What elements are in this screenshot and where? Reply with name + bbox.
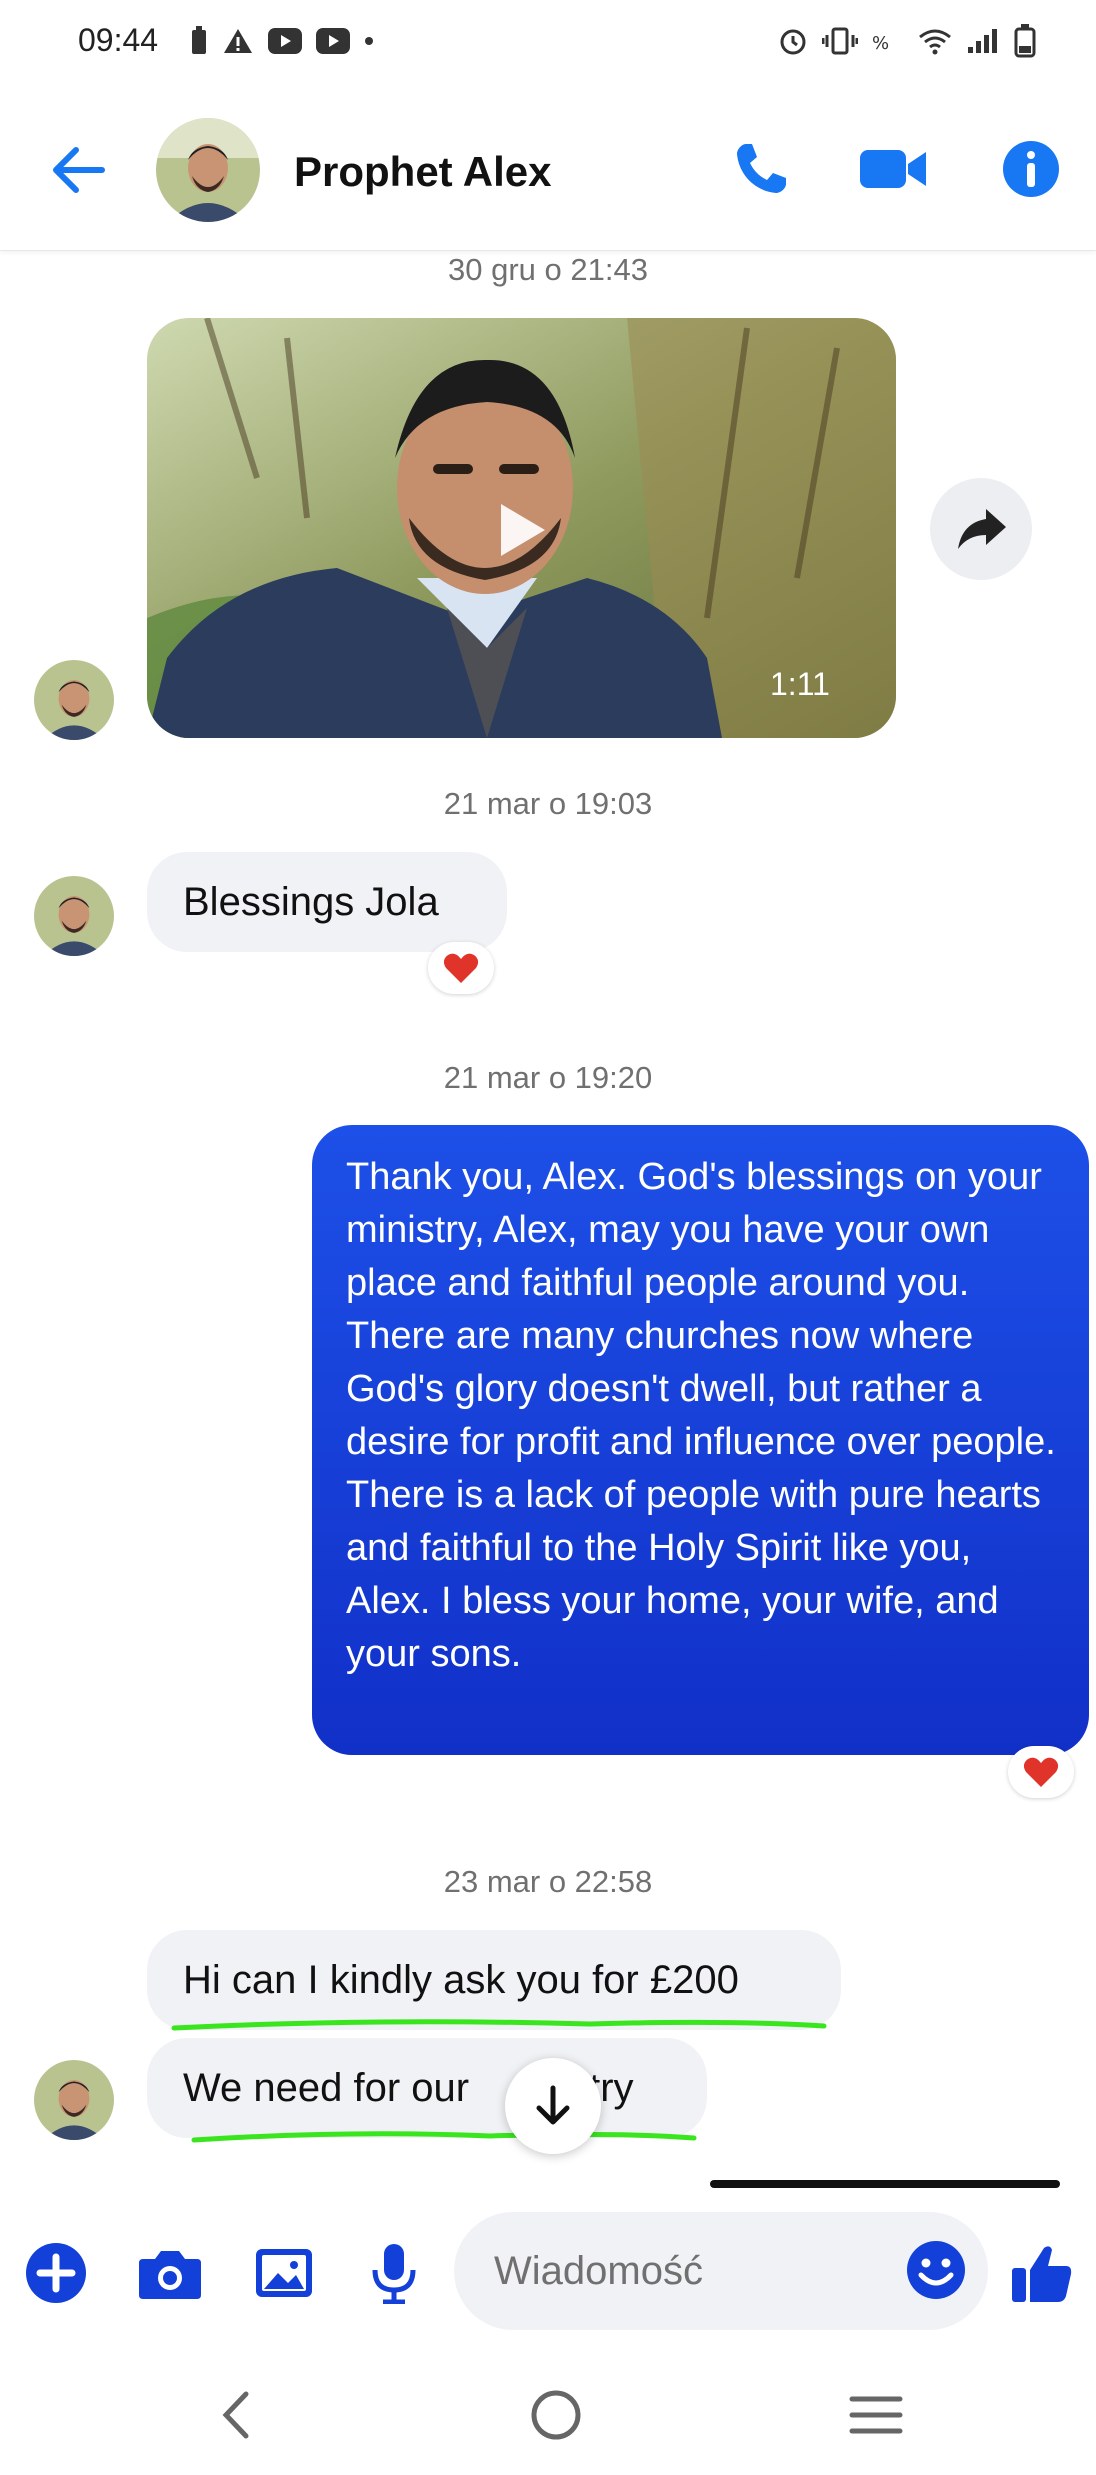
chevron-left-icon <box>222 2391 249 2439</box>
message-text: Hi can I kindly ask you for £200 <box>183 1957 739 2002</box>
plus-circle-icon <box>26 2243 86 2303</box>
battery-icon <box>1014 24 1036 58</box>
back-arrow-icon[interactable] <box>48 142 108 198</box>
image-icon <box>256 2249 312 2297</box>
alarm-icon <box>780 29 806 55</box>
battery-saver-icon <box>192 26 206 54</box>
sender-avatar[interactable] <box>34 876 114 956</box>
status-time: 09:44 <box>78 22 159 58</box>
gallery-button[interactable] <box>244 2233 324 2313</box>
camera-icon <box>139 2251 201 2299</box>
heart-icon <box>1023 1757 1059 1787</box>
youtube-icon <box>316 28 350 54</box>
contact-avatar[interactable] <box>156 118 260 222</box>
scroll-to-bottom-button[interactable] <box>505 2058 601 2154</box>
contact-name[interactable]: Prophet Alex <box>294 148 552 196</box>
voice-message-button[interactable] <box>354 2233 434 2313</box>
nav-recents-button[interactable] <box>826 2375 926 2455</box>
video-camera-icon <box>860 150 926 188</box>
heart-reaction[interactable] <box>428 942 494 994</box>
phone-icon <box>737 144 786 193</box>
sender-avatar[interactable] <box>34 660 114 740</box>
more-notifications-icon <box>365 37 373 45</box>
microphone-icon <box>372 2244 416 2304</box>
arrow-down-icon <box>536 2085 570 2125</box>
green-underline-annotation <box>171 2019 827 2031</box>
system-icons: % <box>778 24 1036 58</box>
sender-avatar[interactable] <box>34 2060 114 2140</box>
message-text: Thank you, Alex. God's blessings on your… <box>346 1156 1056 1675</box>
conversation-info-button[interactable] <box>996 134 1066 204</box>
smiley-icon <box>907 2241 965 2299</box>
notification-icons <box>190 26 374 56</box>
svg-text:%: % <box>872 33 889 54</box>
wifi-icon <box>919 29 951 55</box>
green-underline-annotation <box>191 2131 697 2143</box>
message-timestamp: 23 mar o 22:58 <box>443 1864 653 1899</box>
menu-icon <box>849 2396 903 2434</box>
heart-reaction[interactable] <box>1008 1746 1074 1798</box>
video-duration: 1:11 <box>770 666 830 702</box>
nav-home-button[interactable] <box>506 2375 606 2455</box>
like-button[interactable] <box>1002 2233 1082 2313</box>
message-timestamp: 21 mar o 19:20 <box>443 1060 653 1095</box>
info-icon <box>1003 141 1059 197</box>
camera-button[interactable] <box>130 2233 210 2313</box>
nav-back-button[interactable] <box>186 2375 286 2455</box>
hd-calls-icon: % <box>872 33 889 54</box>
message-text: Blessings Jola <box>183 879 439 924</box>
home-circle-icon <box>531 2390 581 2440</box>
signal-icon <box>968 29 997 53</box>
heart-icon <box>443 953 479 983</box>
outgoing-message-bubble[interactable]: Thank you, Alex. God's blessings on your… <box>312 1125 1089 1755</box>
partial-message-edge <box>710 2180 1060 2188</box>
voice-call-button[interactable] <box>726 134 796 204</box>
play-icon[interactable] <box>487 498 551 562</box>
more-actions-button[interactable] <box>16 2233 96 2313</box>
video-call-button[interactable] <box>858 134 928 204</box>
youtube-icon <box>268 28 302 54</box>
message-input-placeholder: Wiadomość <box>494 2248 703 2293</box>
message-text-start: We need for our <box>183 2065 470 2110</box>
message-timestamp: 21 mar o 19:03 <box>443 786 653 821</box>
share-arrow-icon <box>958 509 1006 549</box>
vibrate-icon <box>822 27 858 55</box>
message-timestamp: 30 gru o 21:43 <box>448 252 648 287</box>
forward-button[interactable] <box>930 478 1032 580</box>
warning-icon <box>224 29 252 53</box>
emoji-button[interactable] <box>896 2230 976 2310</box>
incoming-message-bubble[interactable]: Blessings Jola <box>147 852 507 952</box>
thumbs-up-icon <box>1012 2246 1072 2302</box>
